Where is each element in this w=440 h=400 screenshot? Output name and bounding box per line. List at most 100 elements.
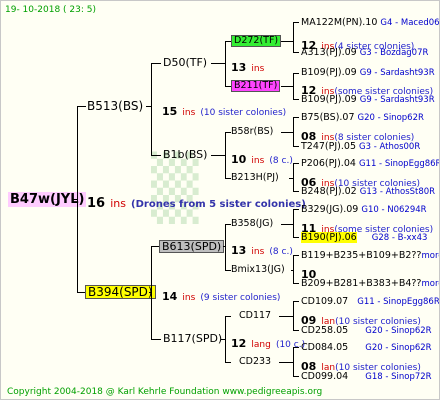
connector-line xyxy=(279,362,293,363)
connector-line xyxy=(77,106,78,292)
node-cd233[interactable]: CD233 xyxy=(239,357,271,367)
g5-bot-7[interactable]: CD099.04 G18 - Sinop72R xyxy=(301,372,432,382)
connector-line xyxy=(151,339,161,340)
connector-line xyxy=(225,362,231,363)
g5-line: G10 - N06294R xyxy=(361,205,427,215)
connector-line xyxy=(293,99,299,100)
date-stamp: 19- 10-2018 ( 23: 5) xyxy=(5,5,96,15)
count: 15 xyxy=(162,105,178,118)
connector-line xyxy=(225,316,231,317)
node-b58r[interactable]: B58r(BS) xyxy=(231,127,273,137)
count: 10 xyxy=(231,153,247,166)
connector-line xyxy=(293,163,299,164)
note: (8 c.) xyxy=(269,247,293,257)
connector-line xyxy=(293,52,299,53)
node-bmix13[interactable]: Bmix13(JG) xyxy=(231,265,285,275)
count: 13 xyxy=(231,244,247,257)
g5-line: G28 - B-xx43 xyxy=(371,233,428,243)
g5-more: more xyxy=(421,251,439,261)
g5-bot-6[interactable]: CD258.05 G20 - Sinop62R xyxy=(301,326,432,336)
node-b211[interactable]: B211(TF) xyxy=(231,80,281,92)
connector-line xyxy=(293,117,299,118)
g5-name: CD099.04 xyxy=(301,371,349,382)
footer-copyright[interactable]: Copyright 2004-2018 @ Karl Kehrle Founda… xyxy=(7,388,322,397)
g5-name: B119+B235+B109+B2?? xyxy=(301,250,422,261)
connector-line xyxy=(293,347,294,376)
node-d272[interactable]: D272(TF) xyxy=(231,35,282,47)
connector-line xyxy=(221,339,225,340)
g5-bot-3[interactable]: B248(PJ).02 G13 - AthosSt80R xyxy=(301,187,435,197)
dam-b394[interactable]: B394(SPD) xyxy=(85,285,156,299)
connector-line xyxy=(293,347,299,348)
connector-line xyxy=(151,155,161,156)
dam-b394-info: 14 ins (9 sister colonies) xyxy=(162,287,280,303)
connector-line xyxy=(151,63,152,155)
g5-name: B109(PJ).09 xyxy=(301,94,357,105)
connector-line xyxy=(293,237,299,238)
node-b213h[interactable]: B213H(PJ) xyxy=(231,173,279,183)
connector-line xyxy=(149,292,151,293)
note: (9 sister colonies) xyxy=(200,293,281,303)
connector-line xyxy=(293,301,299,302)
connector-line xyxy=(225,316,226,362)
node-b117[interactable]: B117(SPD) xyxy=(163,333,222,344)
g5-bot-2[interactable]: T247(PJ).05 G3 - Athos00R xyxy=(301,142,420,152)
connector-line xyxy=(225,41,226,86)
g5-top-2[interactable]: B75(BS).07 G20 - Sinop62R xyxy=(301,113,424,123)
node-b613[interactable]: B613(SPD) xyxy=(159,240,225,253)
g5-line: G13 - AthosSt80R xyxy=(359,187,436,197)
node-b1b[interactable]: B1b(BS) xyxy=(163,149,207,160)
g5-name: CD258.05 xyxy=(301,325,349,336)
node-d50-info: 13 ins xyxy=(231,58,264,74)
g5-line: G11 - SinopEgg86R xyxy=(357,297,440,307)
g5-name: B190(PJ).06 xyxy=(301,232,357,243)
node-b358[interactable]: B358(JG) xyxy=(231,219,273,229)
connector-line xyxy=(281,224,293,225)
connector-line xyxy=(293,255,299,256)
connector-line xyxy=(293,22,294,52)
g5-top-7[interactable]: CD084.05 G20 - Sinop62R xyxy=(301,343,432,353)
g5-top-3[interactable]: P206(PJ).04 G11 - SinopEgg86R xyxy=(301,159,439,169)
note: (8 c.) xyxy=(269,156,293,166)
g5-name: A313(PJ).09 xyxy=(301,47,357,58)
root-note: (Drones from 5 sister colonies) xyxy=(131,199,306,210)
g5-name: B248(PJ).02 xyxy=(301,186,357,197)
pedigree-chart: ▒ 19- 10-2018 ( 23: 5) B47w(JYL) 16 ins … xyxy=(0,0,440,400)
connector-line xyxy=(73,199,77,200)
ins: ins xyxy=(251,64,265,74)
g5-top-1[interactable]: B109(PJ).09 G9 - Sardasht93R xyxy=(301,68,435,78)
connector-line xyxy=(151,63,161,64)
g5-top-5[interactable]: B119+B235+B109+B2??more xyxy=(301,250,439,261)
g5-bot-1[interactable]: B109(PJ).09 G9 - Sardasht93R xyxy=(301,95,435,105)
connector-line xyxy=(77,106,86,107)
connector-line xyxy=(293,73,299,74)
node-d50[interactable]: D50(TF) xyxy=(163,57,207,68)
watermark: ▒ xyxy=(151,151,199,224)
connector-line xyxy=(293,209,294,237)
connector-line xyxy=(225,224,226,270)
g5-line: G20 - Sinop62R xyxy=(365,343,432,353)
connector-line xyxy=(223,246,225,247)
g5-bot-4[interactable]: B190(PJ).06 G28 - B-xx43 xyxy=(301,232,428,243)
g5-bot-0[interactable]: A313(PJ).09 G3 - Bozdag07R xyxy=(301,48,428,58)
connector-line xyxy=(146,106,151,107)
connector-line xyxy=(293,283,299,284)
g5-top-0[interactable]: MA122M(PN).10 G4 - Maced06Q xyxy=(301,17,439,28)
note: (10 sister colonies) xyxy=(200,108,287,118)
connector-line xyxy=(289,178,293,179)
connector-line xyxy=(293,146,299,147)
g5-name: MA122M(PN).10 xyxy=(301,17,378,28)
connector-line xyxy=(281,41,293,42)
node-b613-info: 13 ins (8 c.) xyxy=(231,241,293,257)
g5-bot-5[interactable]: B209+B281+B383+B4??more xyxy=(301,279,439,289)
g5-line: G18 - Sinop72R xyxy=(365,372,432,382)
connector-line xyxy=(211,63,225,64)
g5-top-6[interactable]: CD109.07 G11 - SinopEgg86R xyxy=(301,297,440,307)
ins: lang xyxy=(251,340,271,350)
g5-name: CD084.05 xyxy=(301,342,349,353)
g5-name: B109(PJ).09 xyxy=(301,67,357,78)
sire-b513[interactable]: B513(BS) xyxy=(87,100,143,112)
connector-line xyxy=(293,73,294,99)
node-cd117[interactable]: CD117 xyxy=(239,311,271,321)
g5-top-4[interactable]: B329(JG).09 G10 - N06294R xyxy=(301,205,427,215)
